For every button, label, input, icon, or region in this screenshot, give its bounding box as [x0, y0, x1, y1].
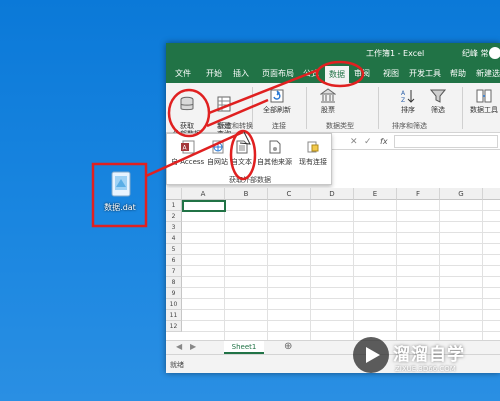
row-header[interactable]: 9: [166, 288, 182, 299]
sort-label: 排序: [401, 106, 415, 114]
from-other-sources-label: 自其他来源: [257, 158, 292, 166]
column-header[interactable]: G: [440, 188, 483, 200]
group-data-types: 数据类型: [326, 122, 354, 130]
ribbon: 获取 外部数据 新建 查询 全部刷新 股票: [166, 83, 500, 138]
from-access-label: 自 Access: [171, 158, 205, 166]
text-file-icon: [236, 140, 247, 154]
row-header[interactable]: 7: [166, 266, 182, 277]
query-table-icon: [217, 96, 231, 112]
column-header[interactable]: E: [354, 188, 397, 200]
column-header[interactable]: C: [268, 188, 311, 200]
formula-input[interactable]: [394, 135, 498, 148]
filter-icon: [430, 89, 446, 103]
row-header[interactable]: 5: [166, 244, 182, 255]
group-get-transform: 获取和转换: [218, 122, 253, 130]
watermark-brand: 溜溜自学: [393, 345, 465, 365]
data-tools-button[interactable]: 数据工具: [468, 88, 500, 114]
dropdown-group-label: 获取外部数据: [229, 176, 271, 184]
access-icon: A: [180, 140, 195, 154]
watermark: 溜溜自学 ZIXUE.3D66.COM: [350, 335, 500, 383]
other-sources-icon: [269, 140, 280, 154]
from-text-label: 自文本: [231, 158, 252, 166]
from-access-button[interactable]: A 自 Access: [171, 140, 204, 167]
cancel-icon[interactable]: ✕: [350, 137, 358, 147]
desktop-file-label: 数据.dat: [104, 203, 136, 212]
tab-page-layout[interactable]: 页面布局: [262, 68, 294, 79]
from-text-button[interactable]: 自文本: [231, 140, 252, 167]
row-header[interactable]: 12: [166, 321, 182, 332]
column-header[interactable]: B: [225, 188, 268, 200]
scroll-right-icon[interactable]: ▶: [190, 342, 196, 351]
globe-icon: [212, 140, 223, 154]
tab-review[interactable]: 审阅: [354, 68, 370, 79]
data-tools-label: 数据工具: [470, 106, 498, 114]
refresh-all-label: 全部刷新: [263, 106, 291, 114]
column-header[interactable]: A: [182, 188, 225, 200]
window-title: 工作簿1 - Excel: [366, 49, 425, 58]
tab-file[interactable]: 文件: [175, 68, 191, 79]
sheet-tab-sheet1[interactable]: Sheet1: [224, 341, 264, 354]
select-all-corner[interactable]: [166, 188, 182, 200]
ribbon-tabs: 文件 开始 插入 页面布局 公式 数据 审阅 视图 开发工具 帮助 新建选项卡: [166, 64, 500, 83]
excel-window: 工作簿1 - Excel 纪峰 常 文件 开始 插入 页面布局 公式 数据 审阅…: [166, 43, 500, 373]
data-tools-icon: [476, 89, 492, 103]
stocks-label: 股票: [321, 106, 335, 114]
row-header[interactable]: 3: [166, 222, 182, 233]
group-sort-filter: 排序和筛选: [392, 122, 427, 130]
watermark-url: ZIXUE.3D66.COM: [395, 365, 456, 373]
tab-new[interactable]: 新建选项卡: [476, 68, 500, 79]
bank-icon: [320, 88, 336, 103]
row-header[interactable]: 4: [166, 233, 182, 244]
tab-home[interactable]: 开始: [206, 68, 222, 79]
tab-view[interactable]: 视图: [383, 68, 399, 79]
row-header[interactable]: 1: [166, 200, 182, 211]
from-web-button[interactable]: 自网站: [207, 140, 228, 167]
from-web-label: 自网站: [207, 158, 228, 166]
status-ready: 就绪: [170, 361, 184, 369]
desktop-file-icon[interactable]: 数据.dat: [100, 171, 140, 219]
column-header[interactable]: F: [397, 188, 440, 200]
user-name[interactable]: 纪峰 常: [462, 48, 489, 59]
confirm-icon[interactable]: ✓: [364, 137, 372, 147]
existing-connections-label: 现有连接: [299, 158, 327, 166]
title-bar: 工作簿1 - Excel 纪峰 常: [166, 43, 500, 64]
tab-developer[interactable]: 开发工具: [409, 68, 441, 79]
svg-text:Z: Z: [401, 97, 405, 104]
column-header[interactable]: H: [483, 188, 500, 200]
add-sheet-icon[interactable]: ⊕: [284, 341, 292, 352]
refresh-icon: [270, 89, 284, 103]
avatar[interactable]: [489, 47, 500, 59]
svg-text:A: A: [401, 90, 406, 97]
scroll-left-icon[interactable]: ◀: [176, 342, 182, 351]
sort-az-icon: A Z: [401, 90, 415, 104]
row-header[interactable]: 11: [166, 310, 182, 321]
filter-label: 筛选: [431, 106, 445, 114]
from-other-sources-button[interactable]: 自其他来源: [257, 140, 292, 167]
existing-connections-button[interactable]: 现有连接: [299, 140, 327, 167]
refresh-all-button[interactable]: 全部刷新: [260, 88, 294, 114]
fx-button[interactable]: fx: [380, 137, 388, 146]
column-header[interactable]: D: [311, 188, 354, 200]
get-external-data-dropdown: A 自 Access 自网站 自文本 自其他来源 现有连接 获取外部数据: [166, 133, 332, 185]
sort-button[interactable]: A Z 排序: [398, 88, 418, 114]
tab-insert[interactable]: 插入: [233, 68, 249, 79]
database-icon: [180, 96, 194, 111]
row-header[interactable]: 6: [166, 255, 182, 266]
tab-formulas[interactable]: 公式: [303, 68, 319, 79]
play-logo-icon: [353, 337, 389, 373]
stocks-button[interactable]: 股票: [316, 88, 340, 114]
filter-button[interactable]: 筛选: [428, 88, 448, 114]
cell-area[interactable]: [182, 200, 500, 340]
tab-help[interactable]: 帮助: [450, 68, 466, 79]
group-connections: 连接: [272, 122, 286, 130]
tab-data[interactable]: 数据: [325, 66, 349, 83]
data-file-icon: [111, 171, 131, 197]
connections-icon: [307, 141, 319, 153]
row-header[interactable]: 10: [166, 299, 182, 310]
get-external-data-button[interactable]: 获取 外部数据: [172, 88, 202, 138]
worksheet-grid[interactable]: A B C D E F G H 1 2 3 4 5 6 7 8 9 10 11 …: [166, 188, 500, 340]
row-header[interactable]: 8: [166, 277, 182, 288]
row-header[interactable]: 2: [166, 211, 182, 222]
selected-cell-a1[interactable]: [182, 200, 226, 212]
